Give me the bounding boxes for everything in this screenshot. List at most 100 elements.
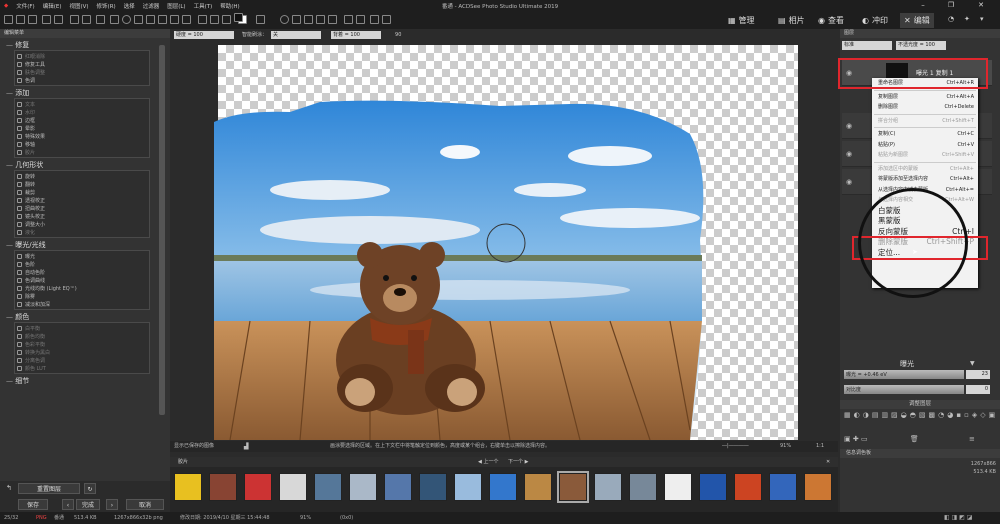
heal-icon[interactable] <box>328 15 337 24</box>
tool-item[interactable]: 色彩平衡 <box>17 340 147 348</box>
brush-icon[interactable] <box>158 15 167 24</box>
crop-tool-icon[interactable] <box>96 15 105 24</box>
tool-item[interactable]: 色阶 <box>17 260 147 268</box>
shape-tool-icon[interactable] <box>198 15 207 24</box>
filmstrip-thumbnail[interactable] <box>349 473 377 501</box>
filmstrip-thumbnail[interactable] <box>174 473 202 501</box>
lightbulb-icon[interactable]: ✦ <box>964 15 970 23</box>
tool-item[interactable]: 颜色 LUT <box>17 364 147 372</box>
tool-item[interactable]: 边框 <box>17 116 147 124</box>
flow-field[interactable]: 背着 = 100 <box>331 30 382 39</box>
tool-item[interactable]: 移轴 <box>17 140 147 148</box>
section-title[interactable]: 几何形状 <box>6 160 170 170</box>
back-arrow-icon[interactable]: ↰ <box>6 484 12 492</box>
tool-item[interactable]: 调整大小 <box>17 220 147 228</box>
zoom-slider[interactable]: ―|―――― <box>722 441 749 452</box>
eraser-icon[interactable] <box>170 15 179 24</box>
filmstrip-thumbnail[interactable] <box>594 473 622 501</box>
section-title[interactable]: 修复 <box>6 40 170 50</box>
smart-erase-select[interactable]: 关 <box>271 30 322 39</box>
tool-item[interactable]: 除雾 <box>17 292 147 300</box>
filmstrip-thumbnail[interactable] <box>244 473 272 501</box>
gradient-icon[interactable] <box>210 15 219 24</box>
filmstrip-tab[interactable]: 胶片 <box>178 457 188 467</box>
contrast-value[interactable]: 0 <box>966 385 990 394</box>
zoom-in-icon[interactable] <box>280 15 289 24</box>
filmstrip-thumbnail[interactable] <box>664 473 692 501</box>
exposure-slider[interactable]: 曝光 = +0.46 eV 23 <box>844 370 994 379</box>
context-menu-item[interactable]: 粘贴为新图层 Ctrl+Shift+V <box>872 150 978 161</box>
adjustment-icons-grid[interactable]: ▦◐◑▤▥▨◒◓▧▩◔◕▪▫◈◇▣ <box>844 411 995 433</box>
contrast-slider[interactable]: 对比度 0 <box>844 385 994 394</box>
context-menu-item[interactable]: 拼合分组 Ctrl+Shift+T <box>872 116 978 127</box>
filmstrip-thumbnail[interactable] <box>804 473 832 501</box>
filmstrip-thumbnail[interactable] <box>209 473 237 501</box>
text-tool-icon[interactable] <box>182 15 191 24</box>
redo-icon[interactable] <box>54 15 63 24</box>
mode-edit[interactable]: ✕ 编辑 <box>900 13 934 28</box>
pen-icon[interactable] <box>304 15 313 24</box>
add-layer-icon[interactable]: ✚ <box>853 435 859 443</box>
tool-item[interactable]: 胶片 <box>17 148 147 156</box>
section-title[interactable]: 曝光/光线 <box>6 240 170 250</box>
tool-item[interactable]: 透视校正 <box>17 196 147 204</box>
stamp-icon[interactable] <box>316 15 325 24</box>
ellipse-select-icon[interactable] <box>122 15 131 24</box>
tool-item[interactable]: 裁剪 <box>17 188 147 196</box>
menu-edit[interactable]: 编辑(E) <box>39 2 66 10</box>
prev-image-button[interactable]: ◀ 上一个 <box>478 457 498 467</box>
tool-item[interactable]: 转换为黑白 <box>17 348 147 356</box>
menu-file[interactable]: 文件(F) <box>12 2 38 10</box>
menu-select[interactable]: 选择 <box>120 2 139 10</box>
show-saved-image-label[interactable]: 显示已保存的图像 <box>174 441 214 452</box>
context-menu-item[interactable]: 将蒙版添加至选择内容 Ctrl+Alt+ <box>872 174 978 185</box>
next-image-button[interactable]: 下一个 ▶ <box>508 457 528 467</box>
minimize-button[interactable]: – <box>912 0 934 11</box>
tool-item[interactable]: 扭曲校正 <box>17 204 147 212</box>
visibility-eye-icon[interactable]: ◉ <box>846 178 852 186</box>
menu-filter[interactable]: 过滤器 <box>139 2 164 10</box>
open-icon[interactable] <box>16 15 25 24</box>
tool-item[interactable]: 镜头校正 <box>17 212 147 220</box>
section-title[interactable]: 颜色 <box>6 312 170 322</box>
tool-item[interactable]: 红眼消除 <box>17 52 147 60</box>
tool-item[interactable]: 曝光 <box>17 252 147 260</box>
undo-icon[interactable] <box>42 15 51 24</box>
adjust-icon[interactable] <box>292 15 301 24</box>
cancel-button[interactable]: 取消 <box>126 499 164 510</box>
rect-select-icon[interactable] <box>110 15 119 24</box>
blur-icon[interactable] <box>382 15 391 24</box>
tool-item[interactable]: 水印 <box>17 108 147 116</box>
close-filmstrip-icon[interactable]: ✕ <box>826 457 830 467</box>
tool-item[interactable]: 旋转 <box>17 172 147 180</box>
zoom-value[interactable]: 91% <box>780 441 791 452</box>
visibility-eye-icon[interactable]: ◉ <box>846 122 852 130</box>
save-icon[interactable] <box>28 15 37 24</box>
angle-dial[interactable]: 90 <box>395 32 401 38</box>
save-button[interactable]: 保存 <box>18 499 48 510</box>
filmstrip-thumbnail[interactable] <box>489 473 517 501</box>
filmstrip-thumbnail[interactable] <box>699 473 727 501</box>
restore-button[interactable]: ❐ <box>940 0 962 11</box>
tool-item[interactable]: 色调曲线 <box>17 276 147 284</box>
new-layer-icon[interactable]: ▣ <box>844 435 851 443</box>
tool-item[interactable]: 色调 <box>17 76 147 84</box>
reset-layer-button[interactable]: 重置图层 <box>18 483 80 494</box>
filmstrip-thumbnail[interactable] <box>629 473 657 501</box>
context-menu-item[interactable]: 删除图层 Ctrl+Delete <box>872 102 978 113</box>
filmstrip-thumbnail[interactable] <box>769 473 797 501</box>
context-menu-item[interactable]: 复制(C) Ctrl+C <box>872 129 978 140</box>
swap-colors-icon[interactable] <box>256 15 265 24</box>
ratio-button[interactable]: 1:1 <box>816 441 824 452</box>
mode-view[interactable]: ◉ 查看 <box>814 13 848 28</box>
visibility-eye-icon[interactable]: ◉ <box>846 150 852 158</box>
hardness-field[interactable]: 硬度 = 100 <box>174 30 234 39</box>
tool-item[interactable]: 分离色调 <box>17 356 147 364</box>
foreground-color-swatch[interactable] <box>234 13 243 22</box>
image-canvas[interactable] <box>170 40 838 440</box>
menu-layer[interactable]: 图层(L) <box>163 2 189 10</box>
done-button[interactable]: 完成 <box>76 499 100 510</box>
context-menu-item[interactable]: 复制图层 Ctrl+Alt+A <box>872 92 978 103</box>
dodge-icon[interactable] <box>356 15 365 24</box>
tool-item[interactable]: 光线均衡 (Light EQ™) <box>17 284 147 292</box>
